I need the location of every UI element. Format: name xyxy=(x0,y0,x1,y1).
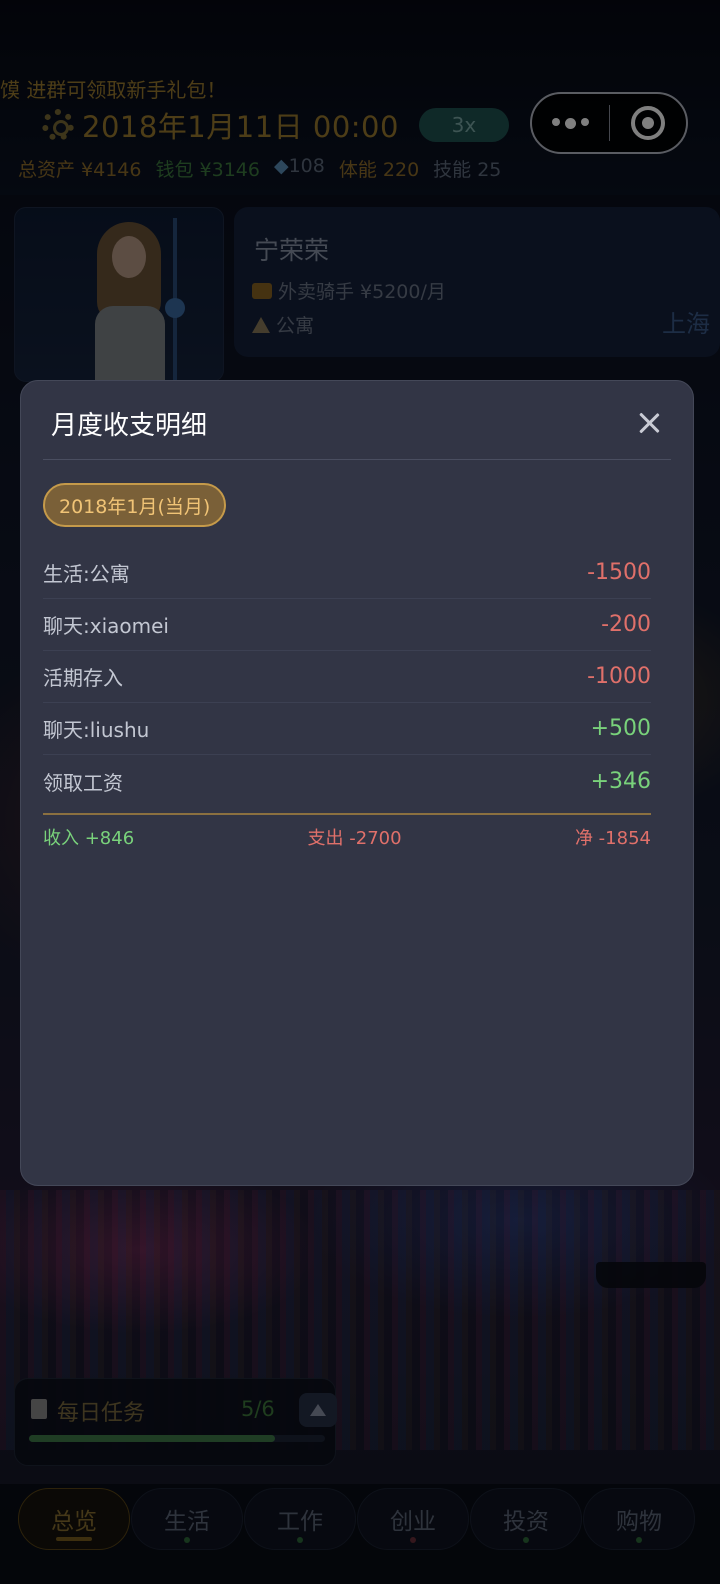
income-total: 收入 +846 xyxy=(43,828,135,849)
statement-row: 活期存入 -1000 xyxy=(43,651,651,703)
statement-row-label: 生活:公寓 xyxy=(43,562,130,586)
statement-row: 聊天:liushu +500 xyxy=(43,703,651,755)
statement-row-amount: +346 xyxy=(590,768,651,794)
net-total: 净 -1854 xyxy=(574,828,651,849)
statement-row-amount: -1500 xyxy=(587,560,651,585)
statement-row: 领取工资 +346 xyxy=(43,755,651,807)
statement-row: 聊天:xiaomei -200 xyxy=(43,599,651,651)
modal-divider xyxy=(43,459,671,460)
statement-row-amount: -1000 xyxy=(587,664,651,689)
statement-row-amount: +500 xyxy=(590,716,651,741)
statement-row-label: 聊天:liushu xyxy=(43,718,150,742)
statement-row-label: 聊天:xiaomei xyxy=(43,614,169,638)
totals-divider xyxy=(43,813,651,815)
modal-title: 月度收支明细 xyxy=(51,411,208,441)
statement-row-amount: -200 xyxy=(601,612,651,637)
monthly-statement-modal: 月度收支明细 2018年1月(当月) 生活:公寓 -1500 聊天:xiaomei -… xyxy=(20,380,694,1186)
expense-total: 支出 -2700 xyxy=(307,828,402,849)
totals-row: 收入 +846 支出 -2700 净 -1854 xyxy=(43,821,651,853)
close-icon[interactable] xyxy=(633,407,665,439)
statement-row-label: 活期存入 xyxy=(43,666,123,690)
statement-row-label: 领取工资 xyxy=(43,770,123,795)
statement-row: 生活:公寓 -1500 xyxy=(43,547,651,599)
month-selector-chip[interactable]: 2018年1月(当月) xyxy=(43,483,227,527)
